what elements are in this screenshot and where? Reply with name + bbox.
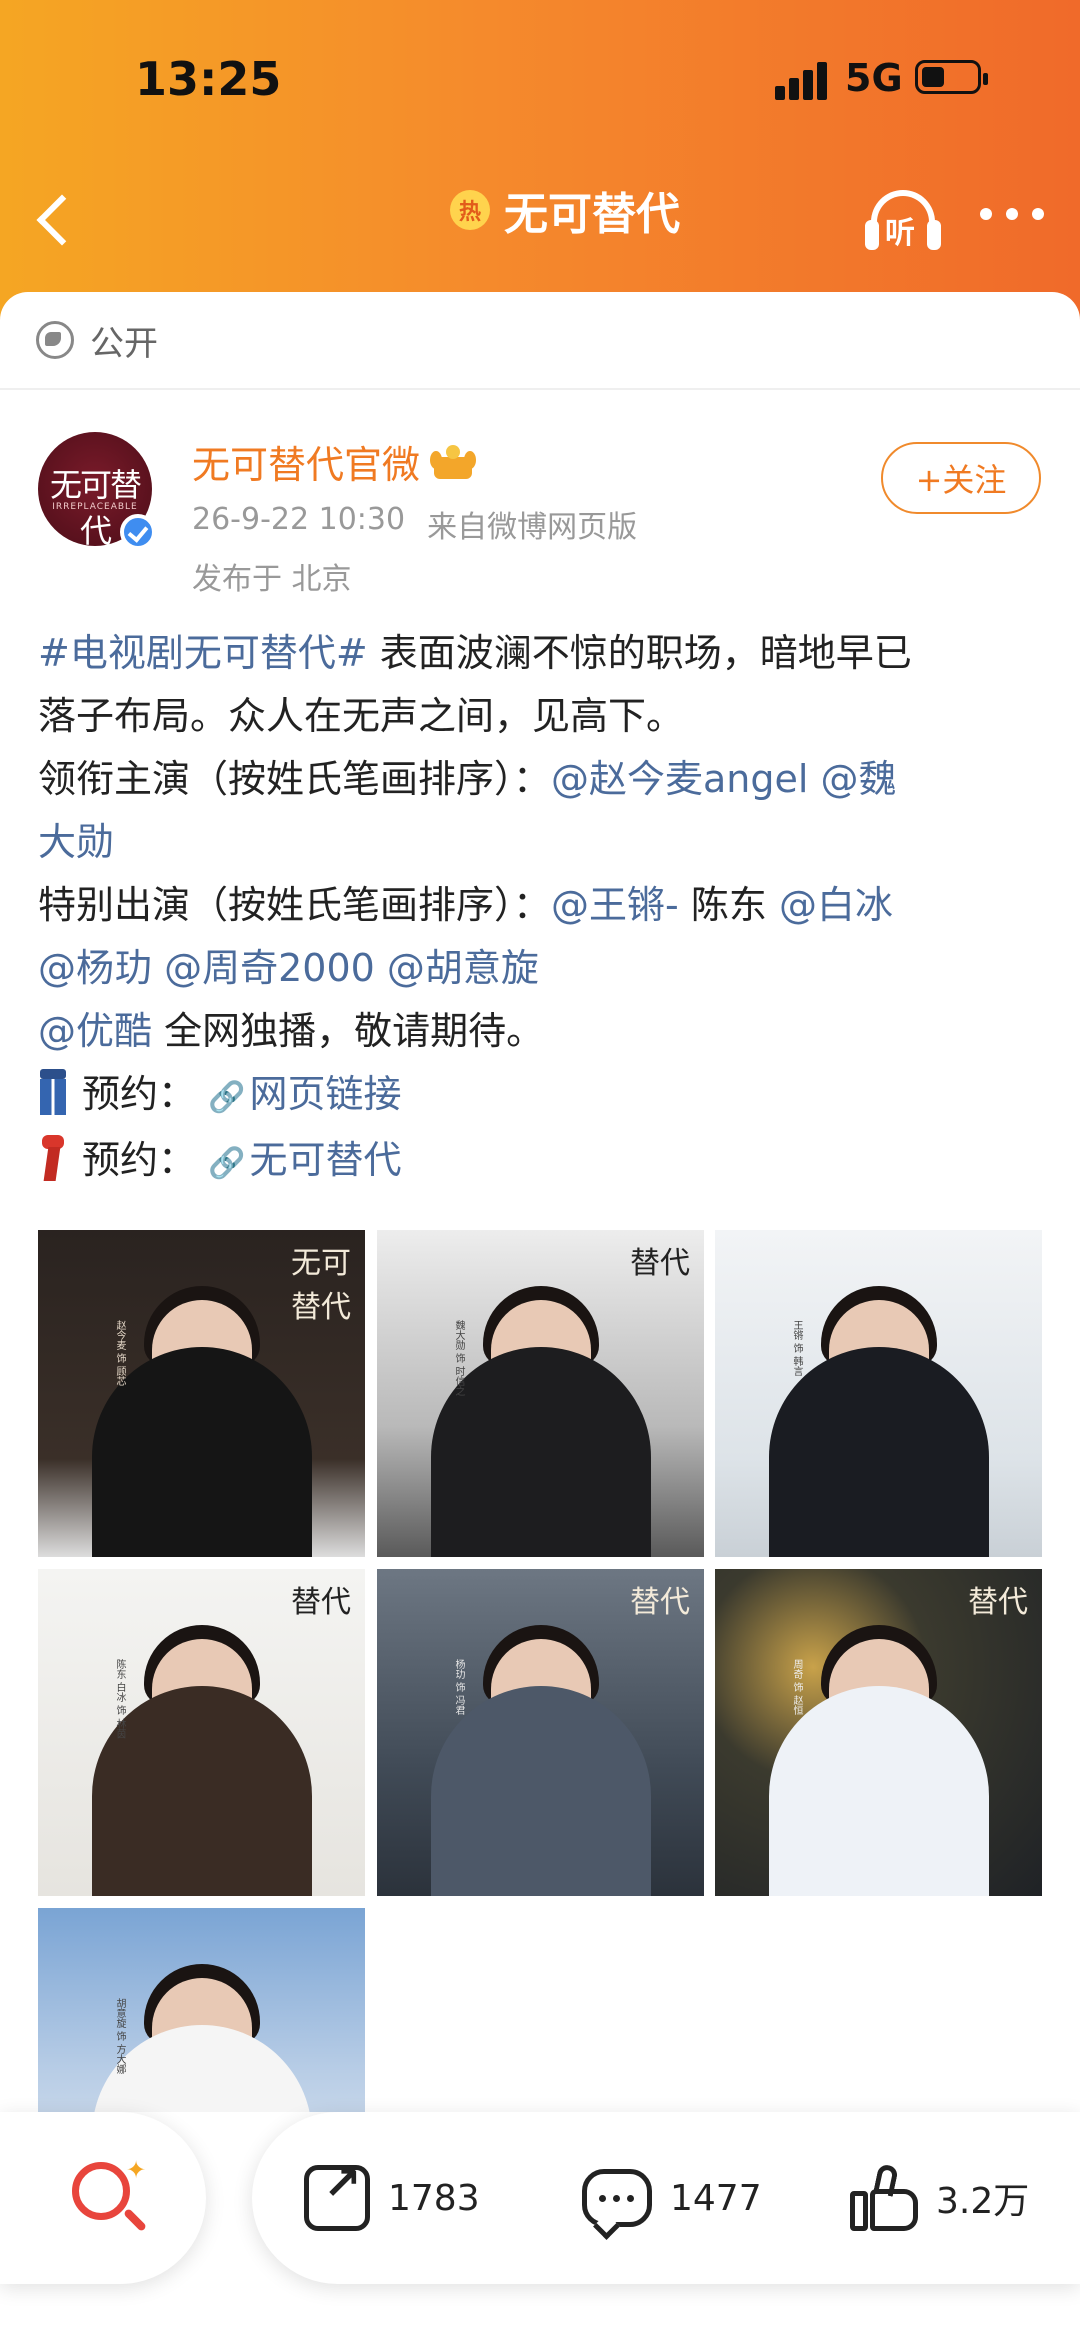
content-line: #电视剧无可替代# 表面波澜不惊的职场，暗地早已	[38, 622, 1048, 685]
mention-link[interactable]: @白冰	[779, 883, 893, 927]
photo-caption: 胡意旋 饰 方大娜	[114, 1998, 125, 2075]
content-line: @优酷 全网独播，敬请期待。	[38, 1000, 1048, 1063]
photo-thumbnail[interactable]: 替代 杨玏 饰 冯君	[377, 1569, 704, 1896]
mention-link[interactable]: @赵今麦angel	[551, 757, 808, 801]
content-line: 落子布局。众人在无声之间，见高下。	[38, 685, 1048, 748]
back-button[interactable]	[30, 190, 80, 250]
ai-search-button[interactable]: ✦	[0, 2112, 206, 2284]
share-button[interactable]: 1783	[304, 2112, 480, 2284]
link-icon: 🔗	[208, 1146, 246, 1181]
like-button[interactable]: 3.2万	[850, 2112, 1029, 2284]
signal-icon	[775, 60, 835, 100]
scarf-emoji-icon	[38, 1133, 68, 1183]
author-name-row[interactable]: 无可替代官微	[192, 434, 477, 489]
post-date: 26-9-22 10:30	[192, 502, 406, 537]
avatar[interactable]: 无可替代 IRREPLACEABLE	[38, 432, 156, 550]
content-text: 表面波澜不惊的职场，暗地早已	[367, 631, 912, 675]
content-line: 大勋	[38, 811, 1048, 874]
network-type: 5G	[845, 56, 903, 100]
post-meta: 26-9-22 10:30 来自微博网页版	[192, 502, 637, 546]
jeans-emoji-icon	[38, 1067, 68, 1117]
web-link[interactable]: 网页链接	[249, 1072, 401, 1116]
content-line: @杨玏 @周奇2000 @胡意旋	[38, 937, 1048, 1000]
photo-caption: 魏大勋 饰 时信之	[453, 1320, 464, 1397]
more-icon[interactable]	[980, 208, 1044, 228]
battery-icon	[915, 60, 988, 94]
photo-caption: 王锵 饰 韩言	[791, 1320, 802, 1377]
search-icon	[72, 2162, 130, 2220]
mention-link[interactable]: @优酷	[38, 1009, 152, 1053]
mention-link[interactable]: 大勋	[38, 820, 114, 864]
photo-tag: 替代	[630, 1246, 690, 1281]
photo-caption: 周奇 饰 赵恒	[791, 1659, 802, 1716]
visibility-label: 公开	[90, 323, 158, 364]
post-sheet: 公开 无可替代 IRREPLACEABLE 无可替代官微 26-9-22 10:…	[0, 292, 1080, 2341]
photo-thumbnail[interactable]: 王锵 饰 韩言	[715, 1230, 1042, 1557]
listen-label: 听	[885, 216, 915, 251]
weibo-post-screen: 13:25 5G 热 无可替代 听 公开 无可替代 IRREPLACEABLE …	[0, 0, 1080, 2341]
sparkle-icon: ✦	[126, 2156, 147, 2184]
post-location: 发布于 北京	[192, 562, 352, 597]
follow-button[interactable]: +关注	[881, 442, 1041, 514]
mention-link[interactable]: @杨玏	[38, 946, 152, 990]
mention-link[interactable]: @周奇2000	[164, 946, 375, 990]
content-line: 预约： 🔗 网页链接	[38, 1063, 1048, 1129]
photo-caption: 赵今麦 饰 顾芯	[114, 1320, 125, 1387]
photo-thumbnail[interactable]: 替代 陈东 白冰 饰 林茵	[38, 1569, 365, 1896]
content-line: 特别出演（按姓氏笔画排序）：@王锵- 陈东 @白冰	[38, 874, 1048, 937]
comment-button[interactable]: 1477	[582, 2112, 762, 2284]
photo-tag: 无可 替代	[291, 1246, 351, 1325]
post-content: #电视剧无可替代# 表面波澜不惊的职场，暗地早已 落子布局。众人在无声之间，见高…	[38, 622, 1048, 1195]
visibility-row: 公开	[0, 292, 1080, 390]
content-text: 落子布局。众人在无声之间，见高下。	[38, 694, 685, 738]
author-name: 无可替代官微	[192, 443, 421, 487]
globe-icon	[36, 321, 74, 359]
bottom-action-bar: ✦ 1783 1477 3.2万	[0, 2112, 1080, 2341]
listen-button[interactable]: 听	[865, 190, 941, 254]
photo-caption: 陈东 白冰 饰 林茵	[114, 1659, 125, 1739]
status-bar: 13:25 5G	[0, 0, 1080, 160]
verified-badge-icon	[120, 514, 156, 550]
topic-link[interactable]: 无可替代	[249, 1138, 401, 1182]
photo-tag: 替代	[630, 1585, 690, 1620]
share-count: 1783	[388, 2177, 480, 2219]
link-icon: 🔗	[208, 1080, 246, 1115]
content-text: 预约：	[82, 1072, 197, 1116]
content-text: 领衔主演（按姓氏笔画排序）：	[38, 757, 552, 801]
photo-thumbnail[interactable]: 无可 替代 赵今麦 饰 顾芯	[38, 1230, 365, 1557]
comment-count: 1477	[670, 2177, 762, 2219]
content-text: 陈东	[690, 883, 767, 927]
mention-link[interactable]: @王锵-	[551, 883, 679, 927]
post-source: 来自微博网页版	[427, 510, 638, 545]
nav-title-group[interactable]: 热 无可替代	[450, 180, 680, 240]
content-text: 预约：	[82, 1138, 197, 1182]
avatar-logo-subtext: IRREPLACEABLE	[52, 502, 138, 512]
content-text: 全网独播，敬请期待。	[152, 1009, 545, 1053]
photo-tag: 替代	[968, 1585, 1028, 1620]
mention-link[interactable]: @胡意旋	[387, 946, 539, 990]
status-time: 13:25	[135, 52, 282, 106]
post-actions: 1783 1477 3.2万	[252, 2112, 1080, 2284]
like-count: 3.2万	[936, 2181, 1030, 2222]
hashtag-link[interactable]: #电视剧无可替代#	[38, 631, 368, 675]
photo-thumbnail[interactable]: 替代 周奇 饰 赵恒	[715, 1569, 1042, 1896]
mention-link[interactable]: @魏	[821, 757, 897, 801]
nav-title: 无可替代	[504, 189, 680, 240]
nav-bar: 热 无可替代 听	[0, 160, 1080, 280]
share-icon	[304, 2156, 370, 2231]
content-text: 特别出演（按姓氏笔画排序）：	[38, 883, 552, 927]
header: 13:25 5G 热 无可替代 听	[0, 0, 1080, 330]
photo-tag: 替代	[291, 1585, 351, 1620]
comment-icon	[582, 2169, 652, 2227]
content-line: 领衔主演（按姓氏笔画排序）：@赵今麦angel @魏	[38, 748, 1048, 811]
photo-thumbnail[interactable]: 替代 魏大勋 饰 时信之	[377, 1230, 704, 1557]
content-line: 预约： 🔗 无可替代	[38, 1129, 1048, 1195]
crown-icon	[430, 443, 477, 481]
thumbs-up-icon	[850, 2163, 918, 2231]
hot-topic-icon: 热	[450, 190, 490, 230]
photo-caption: 杨玏 饰 冯君	[453, 1659, 464, 1716]
